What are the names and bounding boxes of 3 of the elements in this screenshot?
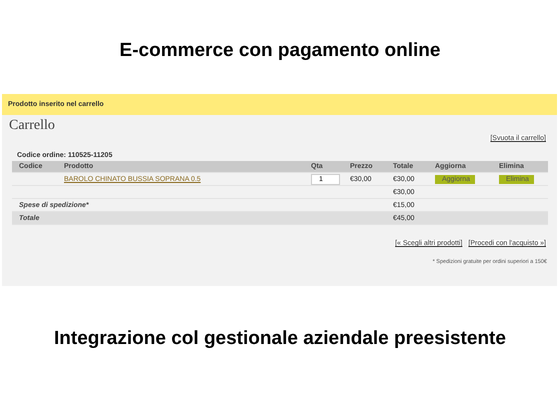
slide-heading: Integrazione col gestionale aziendale preesistente [54, 328, 506, 350]
slide-heading: E-commerce con pagamento online [120, 40, 440, 62]
page-title: Carrello [9, 118, 55, 134]
